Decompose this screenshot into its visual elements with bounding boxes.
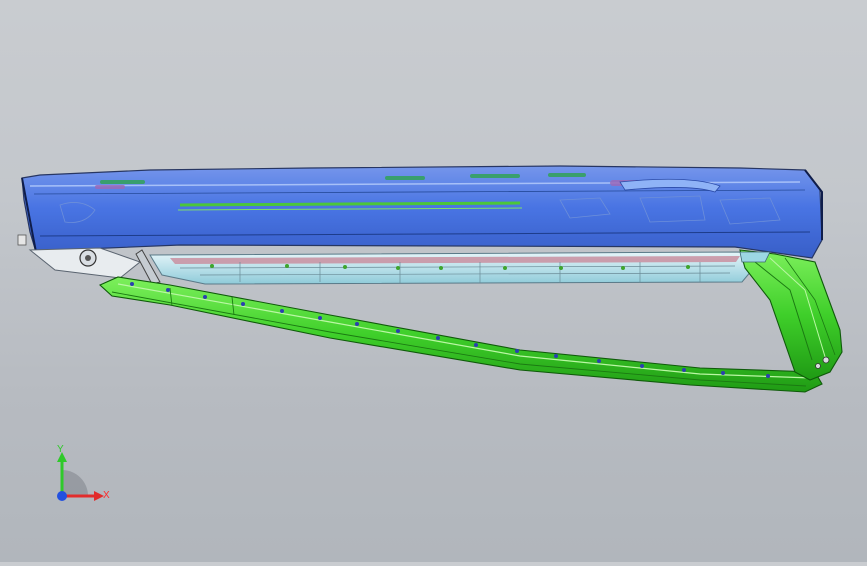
3d-viewport[interactable]: Y X: [0, 0, 867, 562]
coordinate-triad: Y X: [40, 438, 130, 528]
green-rail[interactable]: [99, 276, 823, 393]
z-axis-dot: [57, 491, 67, 501]
rear-green-post[interactable]: [739, 249, 843, 381]
x-axis-label: X: [103, 490, 110, 501]
y-axis-label: Y: [57, 444, 64, 455]
cad-model-render[interactable]: [0, 0, 867, 562]
xy-plane-indicator: [62, 470, 88, 496]
sill-channel[interactable]: [149, 251, 753, 285]
blue-body-panel[interactable]: [21, 165, 823, 259]
